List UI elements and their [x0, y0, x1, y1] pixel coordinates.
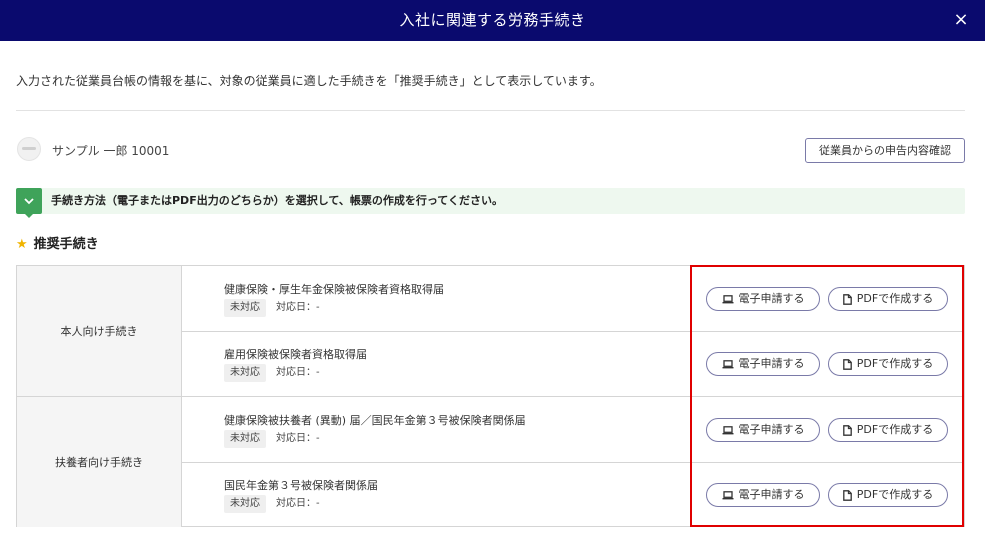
status-badge: 未対応: [224, 299, 266, 317]
avatar: [17, 137, 41, 161]
procedure-name: 健康保険被扶養者 (異動) 届／国民年金第３号被保険者関係届: [224, 414, 526, 427]
star-icon: ★: [16, 237, 28, 252]
status-badge: 未対応: [224, 430, 266, 448]
status-badge: 未対応: [224, 364, 266, 382]
notice-banner: 手続き方法（電子またはPDF出力のどちらか）を選択して、帳票の作成を行ってくださ…: [16, 188, 965, 218]
close-icon[interactable]: ×: [949, 8, 973, 32]
section-title-label: 推奨手続き: [33, 237, 99, 252]
section-title: ★ 推奨手続き: [16, 233, 99, 252]
group-cell-dependents: 扶養者向け手続き: [17, 397, 182, 527]
procedure-name: 国民年金第３号被保険者関係届: [224, 479, 378, 492]
chevron-down-icon: [16, 188, 42, 214]
modal-title: 入社に関連する労務手続き: [399, 11, 586, 29]
due-date: 対応日：-: [276, 498, 320, 509]
highlight-box: [690, 265, 964, 527]
procedure-name: 雇用保険被保険者資格取得届: [224, 348, 367, 361]
notice-text: 手続き方法（電子またはPDF出力のどちらか）を選択して、帳票の作成を行ってくださ…: [51, 194, 503, 207]
divider: [16, 110, 965, 111]
employee-name: サンプル 一郎 10001: [52, 144, 170, 158]
due-date: 対応日：-: [276, 367, 320, 378]
due-date: 対応日：-: [276, 302, 320, 313]
modal-header: 入社に関連する労務手続き ×: [0, 0, 985, 41]
intro-text: 入力された従業員台帳の情報を基に、対象の従業員に適した手続きを「推奨手続き」とし…: [16, 74, 602, 88]
procedure-name: 健康保険・厚生年金保険被保険者資格取得届: [224, 283, 444, 296]
due-date: 対応日：-: [276, 433, 320, 444]
group-cell-self: 本人向け手続き: [17, 266, 182, 396]
status-badge: 未対応: [224, 495, 266, 513]
confirm-declaration-button[interactable]: 従業員からの申告内容確認: [805, 138, 965, 163]
